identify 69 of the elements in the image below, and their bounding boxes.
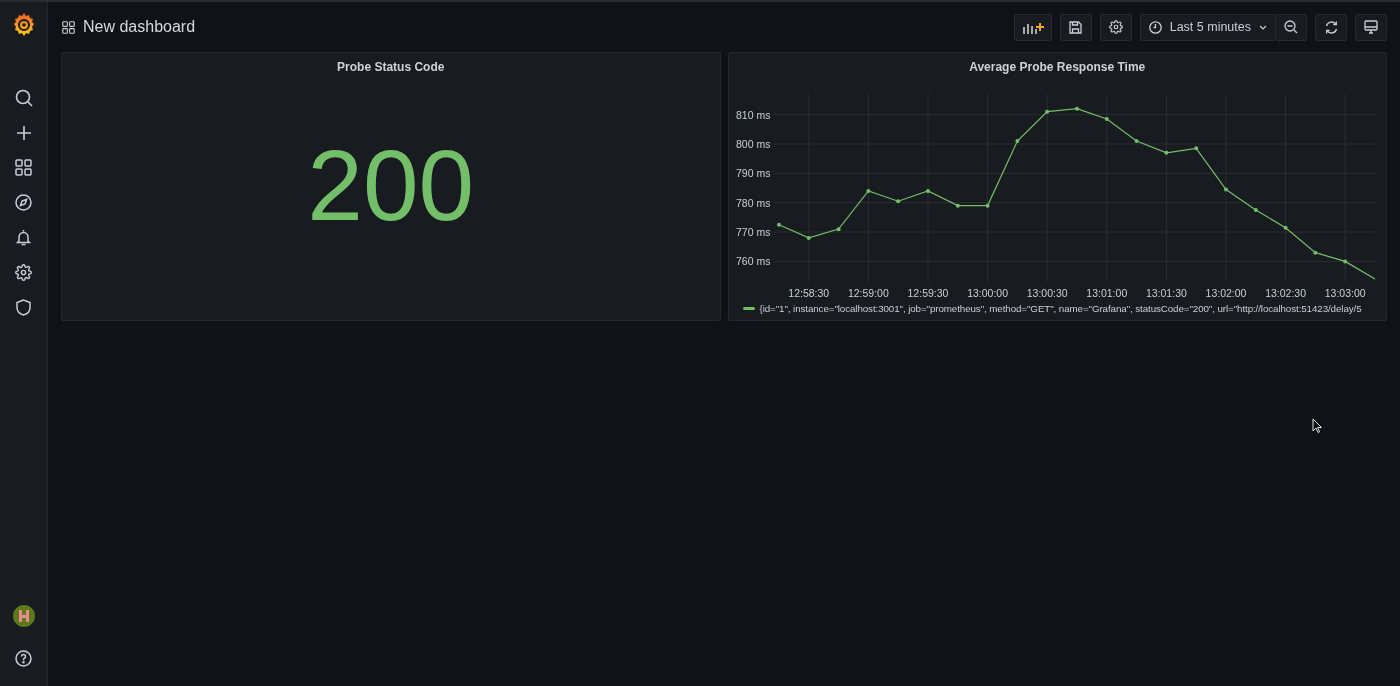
x-axis-label: 12:58:30	[787, 287, 829, 299]
caret-icon	[1259, 24, 1267, 30]
logo-icon[interactable]	[12, 12, 35, 36]
x-axis-label: 13:03:00	[1324, 287, 1366, 299]
refresh-icon	[1323, 19, 1339, 35]
data-point	[776, 222, 781, 227]
y-axis-label: 790 ms	[735, 167, 770, 180]
data-point	[865, 188, 870, 193]
data-point	[1253, 208, 1258, 213]
clock-icon	[1148, 20, 1162, 34]
data-point	[1193, 146, 1198, 151]
panel-title: Average Probe Response Time	[969, 59, 1146, 74]
x-axis-label: 13:00:00	[966, 287, 1008, 299]
monitor-icon	[1364, 20, 1378, 34]
refresh-button[interactable]	[1315, 13, 1347, 41]
data-point	[1223, 187, 1228, 192]
data-point	[1044, 109, 1049, 114]
settings-icon	[1108, 20, 1123, 34]
panel-title: Probe Status Code	[337, 59, 445, 74]
settings-icon	[15, 264, 32, 281]
tv-mode-button[interactable]	[1355, 13, 1387, 41]
y-axis-label: 770 ms	[735, 226, 770, 239]
y-axis-label: 810 ms	[735, 108, 770, 121]
save-icon	[1069, 20, 1083, 34]
settings-button[interactable]	[1099, 13, 1132, 41]
time-range-picker[interactable]: Last 5 minutes	[1139, 13, 1275, 41]
data-point	[1312, 250, 1317, 255]
y-axis-label: 780 ms	[735, 196, 770, 209]
compass-icon	[15, 194, 32, 211]
bell-icon	[16, 229, 31, 246]
help-icon	[15, 650, 32, 667]
zoom-out-button[interactable]	[1275, 13, 1307, 41]
data-point	[895, 199, 900, 204]
add-panel-icon	[1021, 20, 1044, 34]
data-point	[955, 203, 960, 208]
legend-swatch	[742, 307, 755, 310]
y-axis-label: 760 ms	[735, 255, 770, 268]
x-axis-label: 12:59:30	[907, 287, 948, 299]
search-icon	[14, 88, 33, 107]
data-point	[806, 235, 811, 240]
cursor-icon	[1312, 418, 1322, 433]
grid-icon	[15, 159, 32, 176]
x-axis-label: 13:01:30	[1145, 287, 1187, 299]
data-point	[1134, 139, 1139, 143]
data-point	[1014, 139, 1019, 143]
plus-icon	[15, 124, 32, 141]
data-point	[985, 203, 990, 208]
x-axis-label: 13:02:00	[1205, 287, 1246, 299]
data-point	[836, 227, 841, 232]
data-point	[1104, 116, 1109, 121]
data-point	[1342, 259, 1347, 264]
data-point	[1283, 225, 1288, 230]
data-point	[1074, 106, 1079, 111]
x-axis-label: 12:59:00	[847, 287, 889, 299]
x-axis-label: 13:00:30	[1026, 287, 1068, 299]
legend-label[interactable]: {id="1", instance="localhost:3001", job="prometheus", method="GET", name="Grafana", statusCode="200", url="http://localhost:51423/delay/5	[759, 303, 1362, 314]
x-axis-label: 13:02:30	[1264, 287, 1306, 299]
x-axis-label: 13:01:00	[1085, 287, 1127, 299]
add-panel-button[interactable]	[1013, 13, 1052, 41]
stat-value: 200	[307, 135, 475, 235]
grid-icon	[62, 20, 75, 34]
dashboard-title: New dashboard	[83, 18, 196, 36]
data-point	[1163, 150, 1168, 155]
data-point	[925, 188, 930, 193]
y-axis-label: 800 ms	[735, 137, 770, 150]
shield-icon	[16, 299, 31, 316]
zoom-out-icon	[1284, 20, 1298, 34]
avatar-icon[interactable]	[12, 605, 35, 627]
save-button[interactable]	[1059, 13, 1092, 41]
